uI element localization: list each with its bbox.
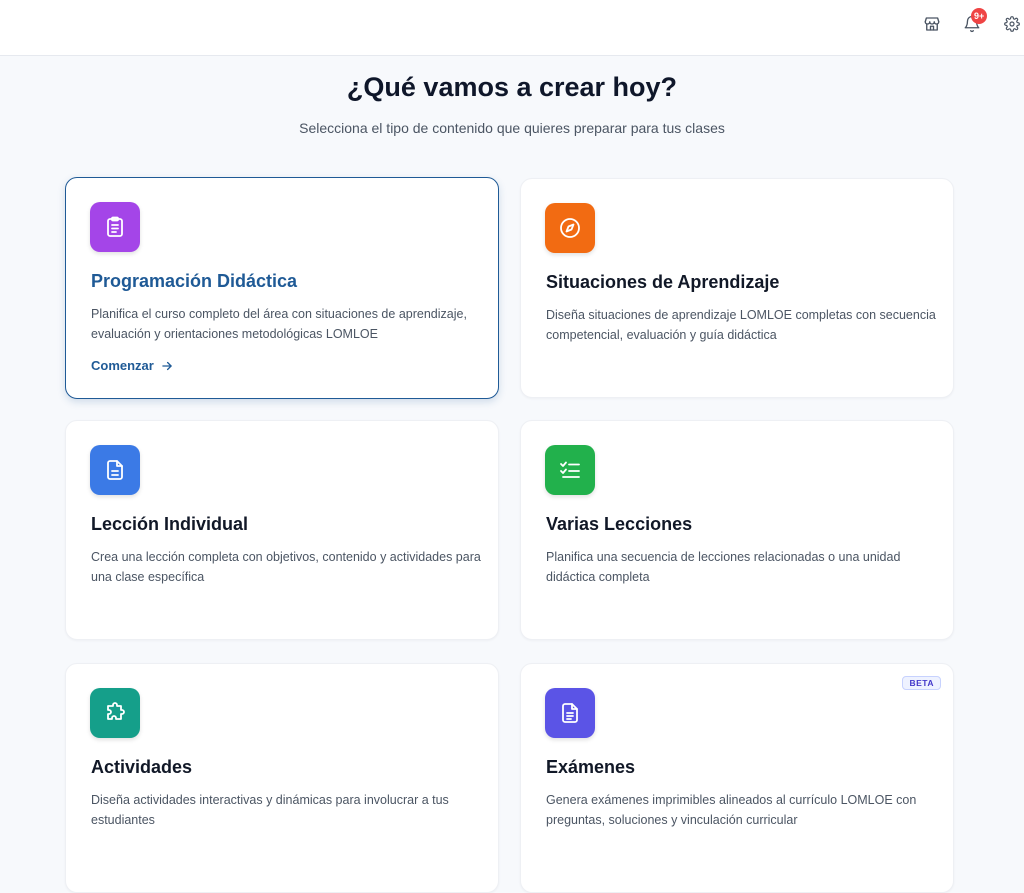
card-description: Planifica una secuencia de lecciones rel… xyxy=(546,550,901,584)
card-programacion-didactica[interactable]: Programación Didáctica Planifica el curs… xyxy=(65,177,499,399)
exam-document-icon xyxy=(545,688,595,738)
card-title: Programación Didáctica xyxy=(91,271,298,291)
card-title: Varias Lecciones xyxy=(546,514,693,534)
notification-badge: 9+ xyxy=(971,8,988,24)
compass-icon xyxy=(545,203,595,253)
gear-icon[interactable] xyxy=(1001,13,1023,35)
card-description: Crea una lección completa con objetivos,… xyxy=(91,550,481,584)
card-description: Planifica el curso completo del área con… xyxy=(91,307,467,341)
card-varias-lecciones[interactable]: Varias Lecciones Planifica una secuencia… xyxy=(520,420,954,640)
card-actividades[interactable]: Actividades Diseña actividades interacti… xyxy=(65,663,499,893)
card-title: Exámenes xyxy=(546,757,636,777)
puzzle-icon xyxy=(90,688,140,738)
card-title: Situaciones de Aprendizaje xyxy=(546,272,780,292)
card-description: Diseña situaciones de aprendizaje LOMLOE… xyxy=(546,308,936,342)
clipboard-icon xyxy=(90,202,140,252)
card-description: Diseña actividades interactivas y dinámi… xyxy=(91,793,449,827)
card-title: Lección Individual xyxy=(91,514,249,534)
store-icon[interactable] xyxy=(921,13,943,35)
page-subtitle: Selecciona el tipo de contenido que quie… xyxy=(299,120,725,136)
notifications-button[interactable]: 9+ xyxy=(961,8,988,35)
document-icon xyxy=(90,445,140,495)
beta-badge: BETA xyxy=(902,676,941,690)
start-label: Comenzar xyxy=(91,358,154,373)
card-situaciones-aprendizaje[interactable]: Situaciones de Aprendizaje Diseña situac… xyxy=(520,178,954,398)
card-title: Actividades xyxy=(91,757,193,777)
card-description: Genera exámenes imprimibles alineados al… xyxy=(546,793,917,827)
start-link[interactable]: Comenzar xyxy=(91,358,174,373)
checklist-icon xyxy=(545,445,595,495)
card-examenes[interactable]: BETA Exámenes Genera exámenes imprimible… xyxy=(520,663,954,893)
arrow-right-icon xyxy=(162,361,172,370)
page-title: ¿Qué vamos a crear hoy? xyxy=(346,72,678,102)
top-bar: 9+ xyxy=(0,0,1024,56)
card-leccion-individual[interactable]: Lección Individual Crea una lección comp… xyxy=(65,420,499,640)
